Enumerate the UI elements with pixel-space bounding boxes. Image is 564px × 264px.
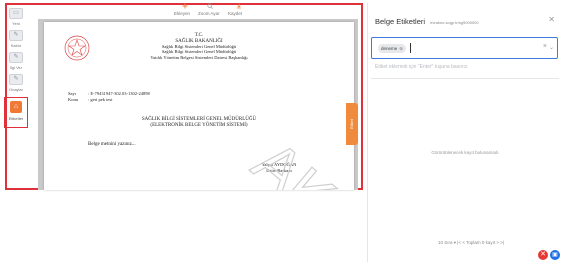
toolbar-item-save[interactable]: Kaydet [228, 11, 242, 16]
panel-title-text: Belge Etiketleri [375, 17, 426, 26]
chevron-down-icon[interactable]: ⌄ [549, 44, 554, 51]
relation-icon[interactable]: ✎ [9, 52, 23, 63]
side-tab-tags[interactable]: Etiket [346, 103, 358, 145]
save-button[interactable]: ▣ [550, 250, 560, 260]
toolbar-item-zoom[interactable]: Zoom Ayar [198, 11, 220, 16]
doc-signer-name: Yalçın AYDOĞAN [261, 162, 297, 167]
doc-subject-label: Konu [68, 97, 78, 102]
rail-label-tags: Etiketler [8, 116, 24, 121]
doc-body-text: Belge metnini yazınız... [88, 142, 136, 147]
rail-label-relation: İlgi Ver [9, 65, 23, 70]
doc-subject-value: geri pek test [90, 97, 113, 102]
tags-icon[interactable]: ⌂ [10, 101, 22, 113]
new-icon[interactable]: ▭ [9, 8, 23, 19]
doc-signer-title: Daire Başkanı [266, 168, 292, 173]
toolbar-item-add[interactable]: Ekleyen [174, 11, 190, 16]
save-icon[interactable] [236, 3, 242, 9]
doc-subject-row: Konu: geri pek test [68, 97, 113, 102]
add-icon[interactable] [182, 3, 188, 9]
tag-chip[interactable]: deneme ⊗ [378, 44, 407, 53]
clear-icon[interactable]: × [543, 43, 547, 50]
remove-icon[interactable]: ✎ [9, 30, 23, 41]
watermark-text: AK [240, 128, 348, 190]
text-caret [410, 43, 411, 53]
doc-header-dept3: Vatılık Yönetim Belgesi Sistemleri Daire… [150, 55, 248, 60]
panel-subtitle: evrakno.sogp.tr/sg9000000 [430, 20, 479, 25]
rail-label-new: Yeni [12, 21, 20, 26]
rail-label-remove: Kaldır [10, 43, 22, 48]
doc-number-row: Sayı: E-79431947-302.03-1302-24898 [68, 91, 150, 96]
cancel-button[interactable]: ✕ [538, 250, 548, 260]
doc-header-dept2: Sağlık Bilgi Sistemleri Genel Müdürlüğü [161, 49, 237, 54]
divider [371, 78, 559, 79]
tag-chip-label: deneme [381, 46, 398, 51]
close-icon[interactable]: ✕ [548, 15, 555, 24]
tags-panel: Belge Etiketleri evrakno.sogp.tr/sg90000… [367, 3, 561, 262]
tag-hint: Etiket eklemek için "Enter" tuşuna basın… [375, 64, 469, 70]
document-page: T.C. SAĞLIK BAKANLIĞI Sağlık Bilgi Siste… [44, 22, 354, 190]
rail-label-approvals: Onaylar [8, 87, 23, 92]
doc-title-line1: SAĞLIK BİLGİ SİSTEMLERİ GENEL MÜDÜRLÜĞÜ [141, 117, 257, 122]
tag-input[interactable]: deneme ⊗ × ⌄ [371, 37, 558, 59]
panel-title: Belge Etiketleri evrakno.sogp.tr/sg90000… [375, 17, 479, 26]
chip-remove-icon[interactable]: ⊗ [399, 46, 403, 51]
zoom-icon[interactable] [207, 3, 213, 9]
empty-state: Görüntülenecek kayıt bulunamadı [431, 150, 499, 155]
left-toolbar: ▭ Yeni ✎ Kaldır ✎ İlgi Ver ✎ Onaylar ⌂ E… [4, 8, 28, 186]
doc-number-value: E-79431947-302.03-1302-24898 [90, 91, 150, 96]
pagination[interactable]: 10 Sıra ▾ |< < Toplam 0 kayıt > >| [438, 240, 504, 246]
doc-header-tc: T.C. [194, 33, 204, 38]
doc-title-line2: (ELEKTRONİK BELGE YÖNETİM SİSTEMİ) [150, 123, 248, 128]
app-root: ▭ Yeni ✎ Kaldır ✎ İlgi Ver ✎ Onaylar ⌂ E… [0, 0, 564, 264]
approvals-icon[interactable]: ✎ [9, 74, 23, 85]
doc-number-label: Sayı [68, 91, 77, 96]
